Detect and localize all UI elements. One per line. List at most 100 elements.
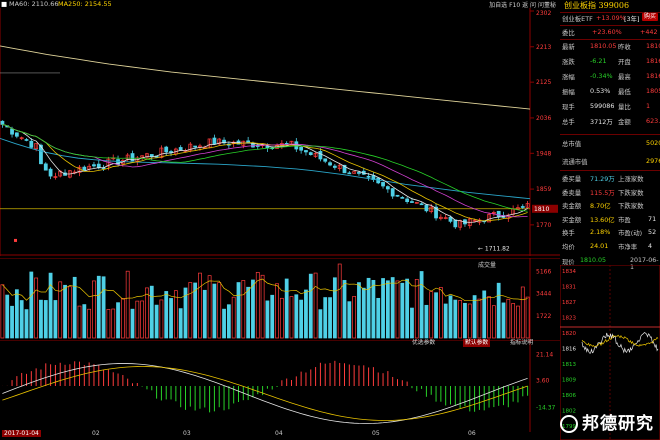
quote-row: 卖金额 8.70亿 下跌家数 [562, 200, 660, 211]
preferred-params-button[interactable]: 优选参数 [410, 339, 437, 347]
volume-chart[interactable]: 5166 3444 1722 [0, 258, 560, 340]
volume-bar [53, 300, 58, 339]
buy-button[interactable]: 购买 [642, 13, 659, 21]
intraday-avg-line [581, 334, 659, 348]
candle-down [410, 201, 414, 203]
volume-bar [207, 275, 212, 339]
volume-axis-label: 1722 [536, 313, 551, 320]
quote-value: 8.70亿 [590, 202, 611, 210]
quote-key: 现手 [562, 103, 575, 111]
date-may: 05 [372, 430, 380, 437]
watermark: 邦德研究 [560, 409, 654, 434]
candle-down [381, 182, 385, 187]
etf-row[interactable]: 创业板ETF +13.09% [3年] 购买 [562, 13, 660, 24]
volume-bar [458, 300, 463, 339]
volume-bar [120, 298, 125, 339]
quote-value: 71.29万 [590, 175, 615, 183]
volume-bar [467, 303, 472, 339]
default-params-button[interactable]: 默认参数 [463, 339, 491, 347]
volume-bar [145, 287, 149, 339]
volume-bar [275, 283, 279, 339]
weibi-label: 委比 [562, 29, 575, 37]
candle-down [82, 166, 87, 172]
signal-marker [14, 238, 17, 242]
volume-bar [506, 298, 511, 339]
candle-down [390, 188, 395, 197]
low-annotation: ← 1711.82 [478, 246, 510, 253]
quote-key: 量比 [618, 103, 631, 111]
quote-key: 均价 [562, 242, 575, 251]
quote-row: 振幅 0.53% 最低 1805 [562, 86, 660, 97]
logo-icon [560, 415, 578, 433]
volume-bar [0, 284, 5, 339]
volume-bar [366, 277, 371, 339]
volume-bar [511, 303, 516, 339]
macd-chart[interactable]: 21.143.60-14.37-32.35 [0, 340, 560, 432]
volume-header[interactable]: 成交量 [478, 260, 496, 269]
price-axis-label: 2036 [536, 115, 551, 122]
indicator-help-button[interactable]: 指标说明 [508, 339, 535, 347]
volume-bar [337, 263, 342, 339]
volume-bar [318, 309, 323, 339]
kline-chart[interactable]: ← 1711.82 2302 2213 2125 2036 1948 1859 1770 18… [0, 8, 560, 256]
intraday-price-label: 1816 [562, 347, 576, 353]
volume-bar [520, 286, 525, 339]
quote-key: 最新 [562, 43, 575, 51]
candle-down [149, 154, 154, 157]
volume-bar [77, 305, 82, 339]
volume-bar [96, 275, 101, 339]
macd-axis-label: 21.14 [536, 351, 553, 358]
volume-bar [173, 290, 178, 339]
quote-value: 3712万 [590, 118, 613, 126]
quote-key: 委卖量 [562, 188, 582, 197]
candle-down [14, 132, 19, 137]
volume-bar [525, 296, 530, 339]
price-axis-label: 1948 [536, 150, 551, 157]
macd-axis-label: 3.60 [536, 378, 550, 385]
volume-bar [323, 297, 328, 339]
quote-value: 4 [648, 241, 653, 250]
volume-bar [178, 308, 183, 339]
candle-down [318, 151, 323, 160]
candle-down [164, 146, 169, 153]
volume-bar [236, 282, 241, 339]
volume-bar [5, 294, 10, 339]
volume-bar [376, 297, 381, 339]
quote-value: 2.18% [590, 228, 611, 236]
candle-down [424, 204, 429, 212]
quote-key: 委买量 [562, 175, 582, 183]
quote-row: 委买量 71.29万 上涨家数 [562, 173, 660, 184]
date-feb: 02 [92, 430, 100, 437]
quote-value: 1816 [646, 72, 660, 80]
volume-bar [424, 304, 429, 339]
weibi-diff: +442 [640, 28, 658, 36]
date-apr: 04 [275, 430, 283, 437]
quote-key: 总手 [562, 118, 575, 126]
volume-bar [332, 277, 337, 339]
quote-key: 市盈(动) [618, 229, 643, 237]
volume-bar [169, 298, 173, 339]
intraday-price-label: 1813 [562, 362, 576, 368]
quote-value: 1805 [646, 87, 660, 95]
intraday-price-label: 1823 [562, 316, 576, 322]
volume-bar [87, 308, 92, 339]
volume-bar [361, 287, 366, 339]
volume-bar [352, 296, 357, 339]
weibi-row: 委比 +23.60% +442 [562, 27, 660, 38]
quote-row: 换手 2.18% 市盈(动) 52 [562, 227, 660, 238]
quote-value: 1810 [646, 42, 660, 50]
quote-row: 涨跌 -6.21 开盘 1816 [562, 56, 660, 67]
intraday-price: 1810.05 [580, 257, 607, 264]
date-jun: 06 [468, 430, 476, 437]
quote-row: 涨幅 -0.34% 最高 1816 [562, 71, 660, 82]
volume-bar [212, 283, 217, 339]
volume-bar [246, 286, 251, 339]
volume-bar [251, 279, 255, 339]
quote-value: 1816 [646, 57, 660, 65]
volume-bar [130, 308, 135, 339]
candle-down [212, 137, 217, 145]
date-mar: 03 [183, 430, 191, 437]
candle-down [92, 164, 96, 167]
volume-bar [381, 278, 385, 339]
volume-bar [491, 305, 496, 339]
